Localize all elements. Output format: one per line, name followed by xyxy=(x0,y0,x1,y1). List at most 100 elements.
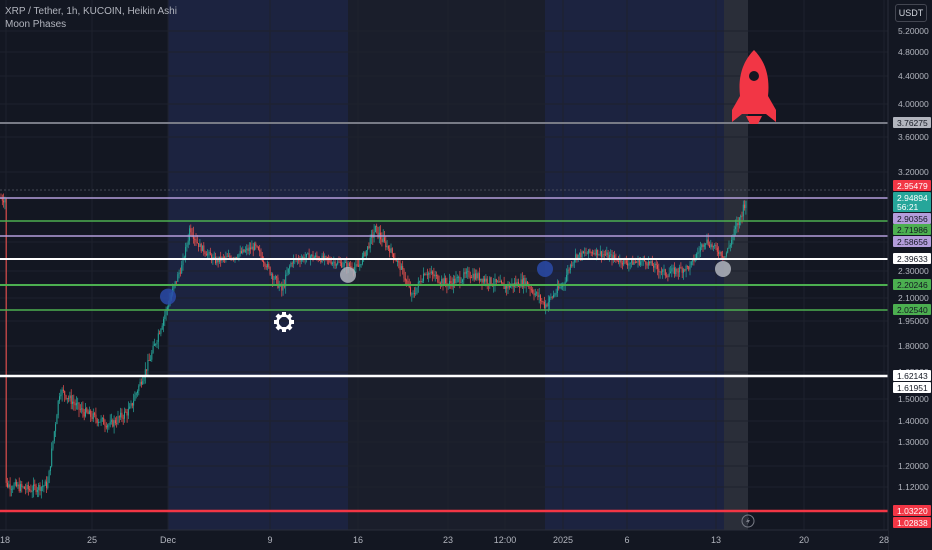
chart-root[interactable]: 5.20000 4.80000 4.40000 4.00000 3.60000 3.200… xyxy=(0,0,932,550)
candle-body-239 xyxy=(311,254,313,257)
candle-body-199 xyxy=(259,249,261,252)
candle-body-328 xyxy=(426,274,428,276)
y-tick-label-16: 1.12000 xyxy=(898,482,929,492)
candle-body-142 xyxy=(185,246,187,258)
candle-body-194 xyxy=(252,246,254,251)
candle-body-293 xyxy=(381,239,383,243)
candle-body-371 xyxy=(482,278,484,283)
candle-body-530 xyxy=(689,264,691,270)
candle-body-527 xyxy=(685,265,687,271)
candle-body-486 xyxy=(632,259,634,265)
candle-body-263 xyxy=(342,265,344,268)
candle-body-5 xyxy=(7,482,8,488)
candle-body-454 xyxy=(590,252,592,254)
candle-body-408 xyxy=(530,289,532,291)
candle-body-479 xyxy=(623,259,625,265)
candle-body-536 xyxy=(697,252,699,254)
candle-body-452 xyxy=(588,249,590,254)
candle-body-558 xyxy=(725,252,727,257)
candle-body-99 xyxy=(129,406,131,409)
candle-body-277 xyxy=(360,264,362,266)
candle-body-322 xyxy=(419,281,421,282)
candle-body-427 xyxy=(555,293,557,295)
candle-body-190 xyxy=(247,248,249,251)
candle-body-440 xyxy=(572,262,574,266)
candle-body-342 xyxy=(445,278,447,283)
candle-body-40 xyxy=(52,440,54,449)
candle-body-354 xyxy=(460,281,462,283)
candle-body-18 xyxy=(23,486,25,489)
candle-body-512 xyxy=(666,275,668,277)
price-chart[interactable]: 5.20000 4.80000 4.40000 4.00000 3.60000 3.200… xyxy=(0,0,932,550)
candle-body-129 xyxy=(168,305,170,308)
candle-body-410 xyxy=(533,292,535,296)
candle-body-399 xyxy=(519,286,521,288)
candle-body-209 xyxy=(272,274,274,280)
candle-body-356 xyxy=(463,272,465,280)
candle-body-308 xyxy=(400,266,402,270)
candle-body-333 xyxy=(433,273,435,277)
candle-body-107 xyxy=(139,381,141,386)
candle-body-85 xyxy=(111,420,112,422)
candle-body-268 xyxy=(348,263,350,267)
candle-body-502 xyxy=(653,265,655,268)
candle-body-520 xyxy=(676,268,678,272)
x-tick-label-6: 12:00 xyxy=(494,535,517,545)
moon-full-marker-1 xyxy=(340,266,356,283)
price-label-3: 2.90356 xyxy=(897,214,928,224)
y-tick-label-0: 5.20000 xyxy=(898,26,929,36)
candle-body-467 xyxy=(607,252,609,259)
candle-body-449 xyxy=(584,252,586,254)
candle-body-26 xyxy=(34,484,36,487)
candle-body-220 xyxy=(286,272,288,275)
candle-body-436 xyxy=(567,269,569,275)
candle-body-284 xyxy=(369,237,371,249)
candle-body-119 xyxy=(155,344,157,345)
candle-body-508 xyxy=(660,271,662,273)
candle-body-187 xyxy=(243,249,245,252)
candle-body-60 xyxy=(78,402,80,410)
candle-body-97 xyxy=(126,412,128,416)
y-tick-label-3: 4.00000 xyxy=(898,99,929,109)
candle-body-152 xyxy=(198,243,200,248)
candle-body-196 xyxy=(255,243,257,246)
candle-body-203 xyxy=(264,262,266,266)
candle-body-281 xyxy=(365,250,367,257)
candle-body-451 xyxy=(586,253,588,255)
candle-body-36 xyxy=(47,482,49,488)
y-tick-label-5: 3.20000 xyxy=(898,167,929,177)
candle-body-86 xyxy=(112,420,114,427)
candle-body-297 xyxy=(386,245,388,248)
candle-body-418 xyxy=(543,301,545,308)
candle-body-535 xyxy=(696,253,697,259)
candle-body-388 xyxy=(504,286,506,290)
candle-body-88 xyxy=(114,420,116,424)
candle-body-352 xyxy=(458,276,460,278)
candle-body-526 xyxy=(684,269,686,271)
candle-body-415 xyxy=(540,295,541,302)
candle-body-367 xyxy=(477,273,479,279)
time-axis[interactable]: 18 25 Dec 9 16 23 12:00 2025 6 13 20 28 xyxy=(0,529,889,550)
candle-body-143 xyxy=(186,244,188,247)
price-label-12: 1.02838 xyxy=(897,518,928,528)
candle-body-149 xyxy=(194,238,196,240)
y-tick-label-1: 4.80000 xyxy=(898,47,929,57)
candle-body-113 xyxy=(147,360,149,371)
candle-body-562 xyxy=(731,240,733,246)
indicator-title[interactable]: Moon Phases xyxy=(5,18,177,31)
candle-body-207 xyxy=(269,267,271,275)
x-tick-label-5: 23 xyxy=(443,535,453,545)
candle-body-458 xyxy=(595,249,597,255)
candle-body-309 xyxy=(402,266,404,270)
price-axis[interactable]: 5.20000 4.80000 4.40000 4.00000 3.60000 3.200… xyxy=(887,0,932,550)
currency-button[interactable]: USDT xyxy=(895,4,927,22)
candle-body-173 xyxy=(225,256,227,259)
candle-body-425 xyxy=(553,294,554,298)
candle-body-528 xyxy=(686,265,688,267)
candle-body-453 xyxy=(589,249,591,253)
candle-body-543 xyxy=(706,239,708,244)
candle-body-23 xyxy=(30,489,32,492)
candle-body-139 xyxy=(181,265,183,274)
candle-body-455 xyxy=(592,252,593,254)
candle-body-338 xyxy=(439,283,441,284)
